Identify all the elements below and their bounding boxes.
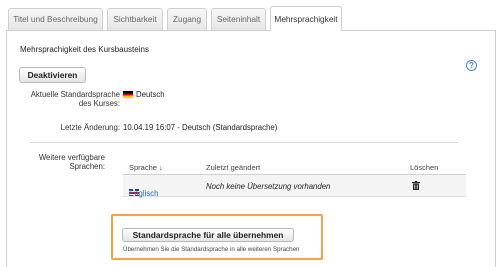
table-row: Englisch Noch keine Übersetzung vorhande… <box>123 175 466 198</box>
tab-multilingual[interactable]: Mehrsprachigkeit <box>270 6 342 31</box>
current-language-label: Aktuelle Standardsprache des Kurses: <box>30 90 120 108</box>
help-icon[interactable]: ? <box>466 60 477 71</box>
tab-visibility[interactable]: Sichtbarkeit <box>107 8 163 30</box>
last-change-value: 10.04.19 16:07 - Deutsch (Standardsprach… <box>123 123 278 132</box>
tab-title-description[interactable]: Titel und Beschreibung <box>8 8 103 30</box>
apply-default-language-button[interactable]: Standardsprache für alle übernehmen <box>122 228 294 242</box>
table-header: Sprache ↓ Zuletzt geändert Löschen <box>123 161 466 175</box>
column-header-language[interactable]: Sprache ↓ <box>129 163 163 172</box>
trash-icon[interactable] <box>412 181 420 190</box>
german-flag-icon <box>123 91 133 99</box>
deactivate-button[interactable]: Deaktivieren <box>19 67 86 83</box>
other-languages-label: Weitere verfügbare Sprachen: <box>38 153 105 171</box>
language-link-english[interactable]: Englisch <box>129 189 158 198</box>
section-title: Mehrsprachigkeit des Kursbausteins <box>20 45 149 54</box>
languages-table: Sprache ↓ Zuletzt geändert Löschen Engli… <box>123 161 466 198</box>
tab-bar: Titel und Beschreibung Sichtbarkeit Zuga… <box>6 6 496 31</box>
current-language-value: Deutsch <box>123 90 165 99</box>
tab-access[interactable]: Zugang <box>167 8 207 30</box>
last-change-label: Letzte Änderung: <box>60 123 120 132</box>
last-changed-cell: Noch keine Übersetzung vorhanden <box>206 182 331 191</box>
section-divider <box>30 142 458 143</box>
column-header-last-changed: Zuletzt geändert <box>206 163 261 172</box>
apply-default-language-hint: Übernehmen Sie die Standardsprache in al… <box>123 246 300 253</box>
current-language-text: Deutsch <box>136 90 165 99</box>
column-header-delete: Löschen <box>410 163 439 172</box>
tab-page-content[interactable]: Seiteninhalt <box>211 8 266 30</box>
